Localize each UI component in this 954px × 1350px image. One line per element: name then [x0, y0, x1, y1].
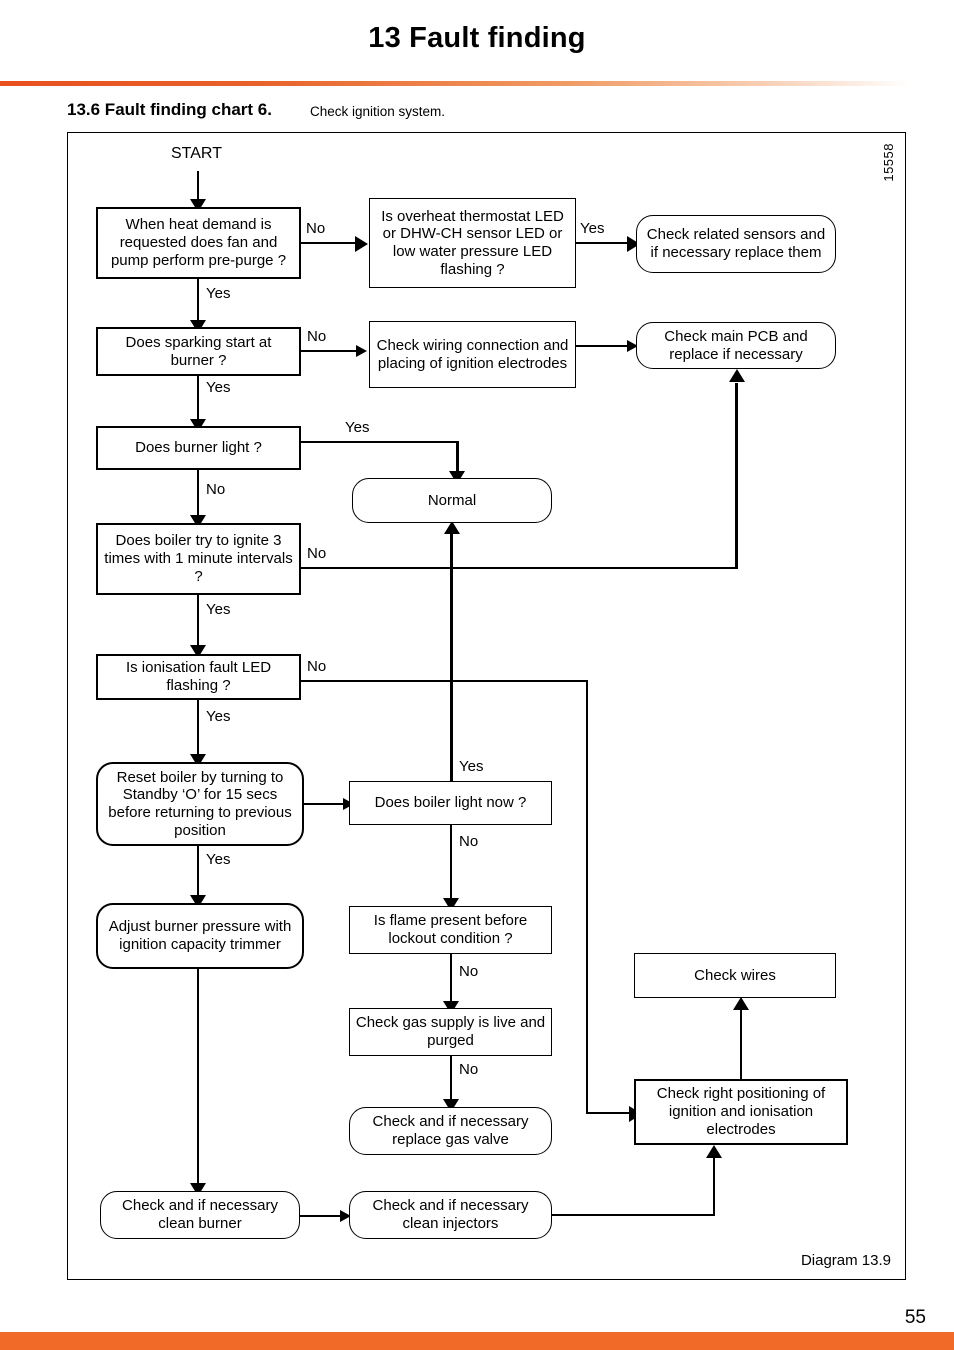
node-label: Is ionisation fault LED flashing ?	[125, 659, 272, 694]
node-check-electrode-positioning[interactable]: Check right positioning of ignition and …	[634, 1079, 848, 1145]
node-label: Does boiler try to ignite 3 times with 1…	[104, 532, 293, 585]
footer-bar	[0, 1332, 954, 1350]
edge-label-no: No	[459, 833, 479, 850]
node-label: Is overheat thermostat LED or DHW-CH sen…	[381, 207, 564, 278]
arrowhead-up-icon	[706, 1145, 722, 1158]
node-label: Check main PCB and replace if necessary	[664, 327, 808, 363]
connector-n10-n17-h2	[586, 1112, 634, 1115]
connector-n12-normal	[450, 533, 453, 782]
node-reset-boiler-standby[interactable]: Reset boiler by turning to Standby ‘O’ f…	[96, 762, 304, 846]
node-label: Does burner light ?	[135, 439, 262, 457]
edge-label-yes: Yes	[459, 758, 484, 775]
edge-label-no: No	[459, 963, 479, 980]
node-label: Normal	[427, 491, 477, 509]
node-does-boiler-light-now[interactable]: Does boiler light now ?	[349, 781, 552, 825]
node-check-main-pcb[interactable]: Check main PCB and replace if necessary	[636, 322, 836, 369]
edge-label-yes: Yes	[206, 285, 231, 302]
node-label: Check related sensors and if necessary r…	[646, 226, 826, 261]
node-label: Does boiler light now ?	[374, 794, 527, 812]
header-rule	[0, 81, 910, 86]
node-label: Reset boiler by turning to Standby ‘O’ f…	[108, 768, 292, 839]
connector-n17-n15	[740, 1010, 743, 1080]
connector-n7-n8-h	[301, 441, 458, 443]
connector-n11-n12	[304, 803, 348, 805]
edge-label-yes: Yes	[206, 708, 231, 725]
section-heading: 13.6 Fault finding chart 6.	[67, 100, 272, 119]
document-page: 13 Fault finding 13.6 Fault finding char…	[0, 0, 954, 1350]
node-overheat-thermostat-led[interactable]: Is overheat thermostat LED or DHW-CH sen…	[369, 198, 576, 288]
node-label: Check and if necessary replace gas valve	[372, 1113, 529, 1148]
edge-label-yes: Yes	[206, 601, 231, 618]
connector-n10-n17-h1	[301, 680, 588, 682]
node-label: Check and if necessary clean burner	[122, 1197, 278, 1232]
node-check-gas-supply[interactable]: Check gas supply is live and purged	[349, 1008, 552, 1056]
edge-label-yes: Yes	[206, 379, 231, 396]
node-clean-burner[interactable]: Check and if necessary clean burner	[100, 1191, 300, 1239]
connector-n13-n19	[197, 969, 199, 1191]
diagram-frame: 15558 Diagram 13.9 START When heat deman…	[67, 132, 906, 1280]
node-does-burner-light[interactable]: Does burner light ?	[96, 426, 301, 470]
edge-label-no: No	[306, 220, 326, 237]
arrowhead-up-icon	[733, 997, 749, 1010]
edge-label-no: No	[307, 658, 327, 675]
connector-n20-n17-h	[552, 1214, 715, 1216]
connector-n1-n2	[301, 242, 360, 245]
diagram-reference-number: 15558	[881, 143, 896, 182]
node-check-wiring-connection[interactable]: Check wiring connection and placing of i…	[369, 321, 576, 388]
arrowhead-right-icon	[356, 345, 367, 357]
page-title: 13 Fault finding	[368, 22, 586, 54]
node-label: Check wiring connection and placing of i…	[376, 336, 569, 372]
page-number: 55	[904, 1307, 926, 1328]
edge-label-no: No	[307, 328, 327, 345]
edge-label-no: No	[206, 481, 226, 498]
node-ionisation-fault-led[interactable]: Is ionisation fault LED flashing ?	[96, 654, 301, 700]
connector-n10-n17-v	[586, 680, 589, 1114]
node-check-wires[interactable]: Check wires	[634, 953, 836, 998]
node-replace-gas-valve[interactable]: Check and if necessary replace gas valve	[349, 1107, 552, 1155]
edge-label-no: No	[307, 545, 327, 562]
edge-label-yes: Yes	[345, 419, 370, 436]
edge-label-no: No	[459, 1061, 479, 1078]
connector-n19-n20	[300, 1215, 344, 1217]
node-sparking-at-burner[interactable]: Does sparking start at burner ?	[96, 327, 301, 376]
connector-n9-n6-h	[301, 567, 738, 570]
node-normal[interactable]: Normal	[352, 478, 552, 523]
node-boiler-try-ignite-3-times[interactable]: Does boiler try to ignite 3 times with 1…	[96, 523, 301, 595]
node-label: Does sparking start at burner ?	[125, 333, 272, 369]
flow-start-label: START	[171, 145, 222, 162]
section-subtitle: Check ignition system.	[310, 104, 446, 119]
node-flame-before-lockout[interactable]: Is flame present before lockout conditio…	[349, 906, 552, 954]
connector-n2-n3	[576, 242, 632, 245]
arrowhead-right-icon	[355, 236, 368, 252]
connector-n10-n11	[197, 700, 199, 762]
edge-label-yes: Yes	[206, 851, 231, 868]
node-clean-injectors[interactable]: Check and if necessary clean injectors	[349, 1191, 552, 1239]
node-heat-demand-pre-purge[interactable]: When heat demand is requested does fan a…	[96, 207, 301, 279]
node-label: Adjust burner pressure with ignition cap…	[108, 918, 292, 953]
node-adjust-burner-pressure[interactable]: Adjust burner pressure with ignition cap…	[96, 903, 304, 969]
node-label: Check wires	[694, 966, 776, 984]
connector-n12-n14	[450, 825, 452, 906]
node-check-related-sensors[interactable]: Check related sensors and if necessary r…	[636, 215, 836, 273]
node-label: Check and if necessary clean injectors	[372, 1197, 529, 1232]
edge-label-yes: Yes	[580, 220, 605, 237]
connector-n5-n6	[576, 345, 632, 347]
node-label: Is flame present before lockout conditio…	[373, 912, 528, 947]
diagram-caption: Diagram 13.9	[800, 1252, 891, 1269]
connector-n9-n6-v	[735, 383, 738, 569]
node-label: Check gas supply is live and purged	[355, 1014, 546, 1049]
connector-n4-n5	[301, 350, 360, 352]
node-label: When heat demand is requested does fan a…	[110, 216, 287, 269]
node-label: Check right positioning of ignition and …	[656, 1085, 826, 1138]
arrowhead-up-icon	[729, 369, 745, 382]
connector-n20-n17-v	[713, 1158, 716, 1215]
